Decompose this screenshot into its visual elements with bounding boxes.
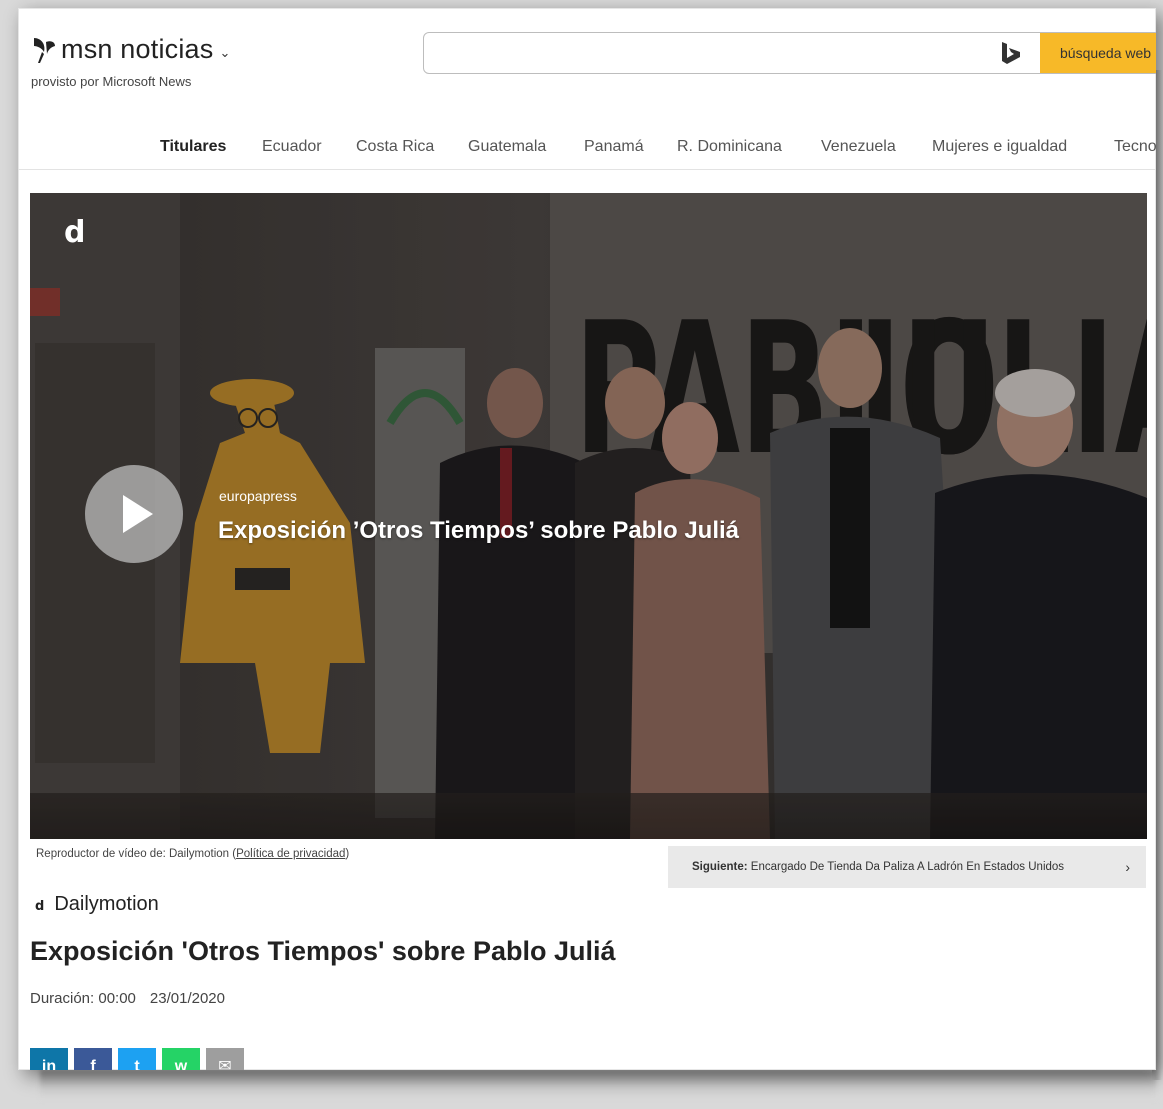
linkedin-icon[interactable]: in (30, 1048, 68, 1070)
player-caption: Reproductor de vídeo de: Dailymotion (Po… (36, 848, 349, 860)
caption-suffix: ) (345, 848, 350, 860)
email-icon[interactable]: ✉ (206, 1048, 244, 1070)
nav-bar: Titulares Ecuador Costa Rica Guatemala P… (18, 134, 1156, 170)
video-overlay (30, 193, 1147, 839)
dailymotion-icon: d (35, 899, 45, 914)
search-button[interactable]: búsqueda web (1040, 33, 1156, 73)
nav-item-guatemala[interactable]: Guatemala (468, 138, 546, 156)
duration: Duración: 00:00 (30, 990, 136, 1007)
nav-item-venezuela[interactable]: Venezuela (821, 138, 896, 156)
twitter-icon[interactable]: t (118, 1048, 156, 1070)
whatsapp-icon[interactable]: w (162, 1048, 200, 1070)
brand-subtitle: provisto por Microsoft News (31, 74, 192, 89)
bing-icon (1002, 42, 1020, 64)
dailymotion-logo: d (64, 215, 86, 250)
chevron-down-icon[interactable]: ⌄ (219, 45, 230, 61)
play-icon[interactable] (85, 465, 183, 563)
msn-butterfly-icon (34, 37, 55, 63)
video-source: europapress (219, 488, 297, 504)
video-title: Exposición ’Otros Tiempos’ sobre Pablo J… (218, 517, 740, 544)
video-player[interactable]: PABLO JULIA (30, 193, 1147, 839)
facebook-icon[interactable]: f (74, 1048, 112, 1070)
msn-brand[interactable]: msn noticias ⌄ (31, 34, 230, 65)
nav-item-tecnologia[interactable]: Tecnología (1114, 138, 1156, 156)
brand-name: msn noticias (61, 34, 214, 64)
article-title: Exposición 'Otros Tiempos' sobre Pablo J… (30, 936, 616, 966)
nav-item-titulares[interactable]: Titulares (160, 138, 226, 156)
publish-date: 23/01/2020 (149, 990, 225, 1007)
search-bar: búsqueda web (423, 32, 1156, 74)
nav-item-ecuador[interactable]: Ecuador (262, 138, 322, 156)
next-video-bar[interactable]: Siguiente: Encargado De Tienda Da Paliza… (668, 846, 1146, 888)
nav-item-costa-rica[interactable]: Costa Rica (356, 138, 434, 156)
caption-text: Reproductor de vídeo de: Dailymotion ( (36, 848, 237, 860)
share-bar: in f t w ✉ (30, 1048, 250, 1070)
privacy-policy-link[interactable]: Política de privacidad (236, 848, 345, 860)
provider-name: Dailymotion (54, 893, 159, 915)
provider[interactable]: d Dailymotion (35, 893, 159, 916)
nav-item-r-dominicana[interactable]: R. Dominicana (677, 138, 782, 156)
search-input[interactable] (424, 33, 984, 73)
page: msn noticias ⌄ provisto por Microsoft Ne… (18, 8, 1156, 1070)
next-label: Siguiente: (692, 861, 748, 873)
nav-item-mujeres-e-igualdad[interactable]: Mujeres e igualdad (932, 138, 1067, 156)
chevron-right-icon: › (1125, 859, 1130, 875)
next-video-title: Encargado De Tienda Da Paliza A Ladrón E… (750, 861, 1065, 873)
nav-item-panama[interactable]: Panamá (584, 138, 644, 156)
page-shadow-bottom (40, 1070, 1156, 1100)
article-meta: Duración: 00:00 23/01/2020 (30, 990, 225, 1007)
